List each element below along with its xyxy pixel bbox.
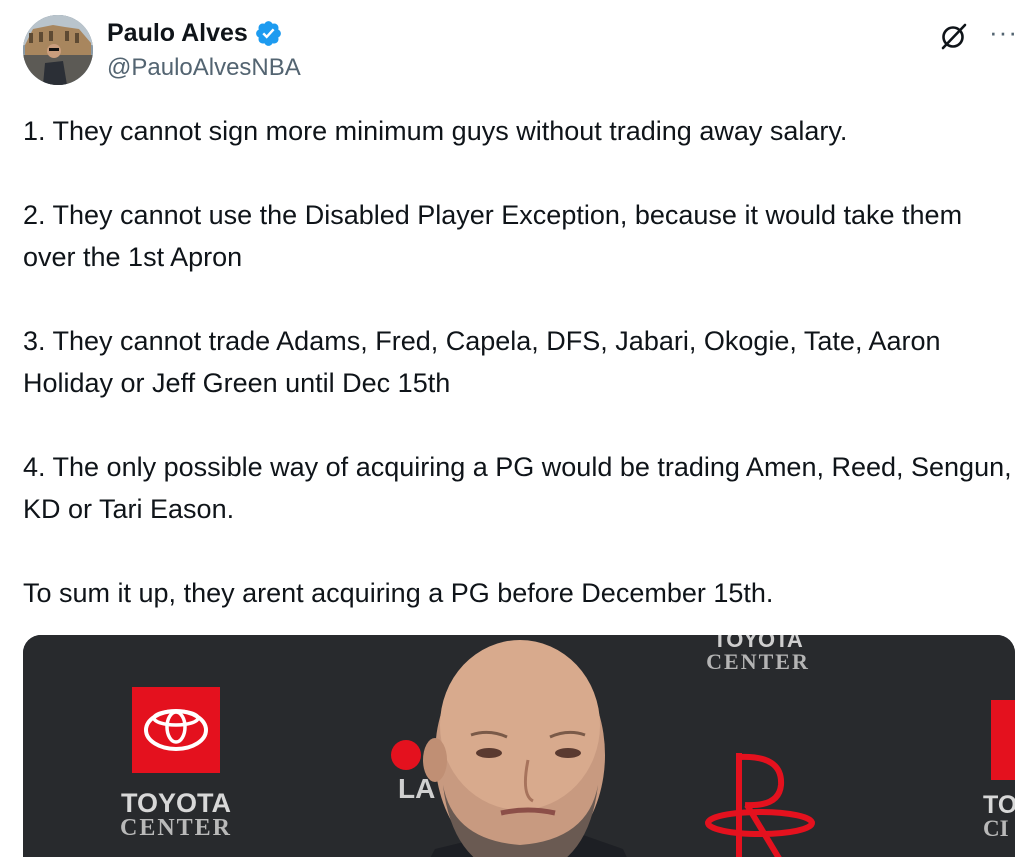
center-text-top: CENTER — [706, 649, 810, 674]
toyota-text-left: TOYOTA — [121, 788, 231, 818]
author-names: Paulo Alves @PauloAlvesNBA — [107, 19, 301, 82]
toyota-text-right: TO — [983, 791, 1015, 819]
tweet-text: 1. They cannot sign more minimum guys wi… — [23, 110, 1018, 614]
display-name[interactable]: Paulo Alves — [107, 19, 248, 48]
avatar[interactable] — [23, 15, 93, 85]
tweet-header: Paulo Alves @PauloAlvesNBA ··· — [23, 15, 1018, 87]
more-options-icon[interactable]: ··· — [989, 19, 1018, 45]
tweet-paragraph: To sum it up, they arent acquiring a PG … — [23, 578, 774, 608]
tweet-actions: ··· — [939, 19, 1018, 51]
center-text-right: CI — [983, 816, 1009, 841]
press-conference-photo: TOYOTA CENTER TOYOTA CENTER LA TO CI — [23, 635, 1015, 857]
avatar-image — [23, 15, 93, 85]
verified-badge-icon[interactable] — [254, 19, 283, 48]
toyota-logo-right — [991, 700, 1015, 780]
tweet-paragraph: 1. They cannot sign more minimum guys wi… — [23, 116, 848, 146]
center-text-left: CENTER — [120, 815, 232, 841]
toyota-logo-left — [132, 687, 220, 773]
la-logo-circle — [391, 740, 421, 770]
author-handle[interactable]: @PauloAlvesNBA — [107, 54, 301, 82]
tweet-paragraph: 3. They cannot trade Adams, Fred, Capela… — [23, 326, 941, 398]
grok-icon[interactable] — [939, 21, 969, 51]
tweet-media-image[interactable]: TOYOTA CENTER TOYOTA CENTER LA TO CI — [23, 635, 1015, 857]
tweet-paragraph: 4. The only possible way of acquiring a … — [23, 452, 1012, 524]
display-name-row: Paulo Alves — [107, 19, 301, 48]
tweet-paragraph: 2. They cannot use the Disabled Player E… — [23, 200, 963, 272]
